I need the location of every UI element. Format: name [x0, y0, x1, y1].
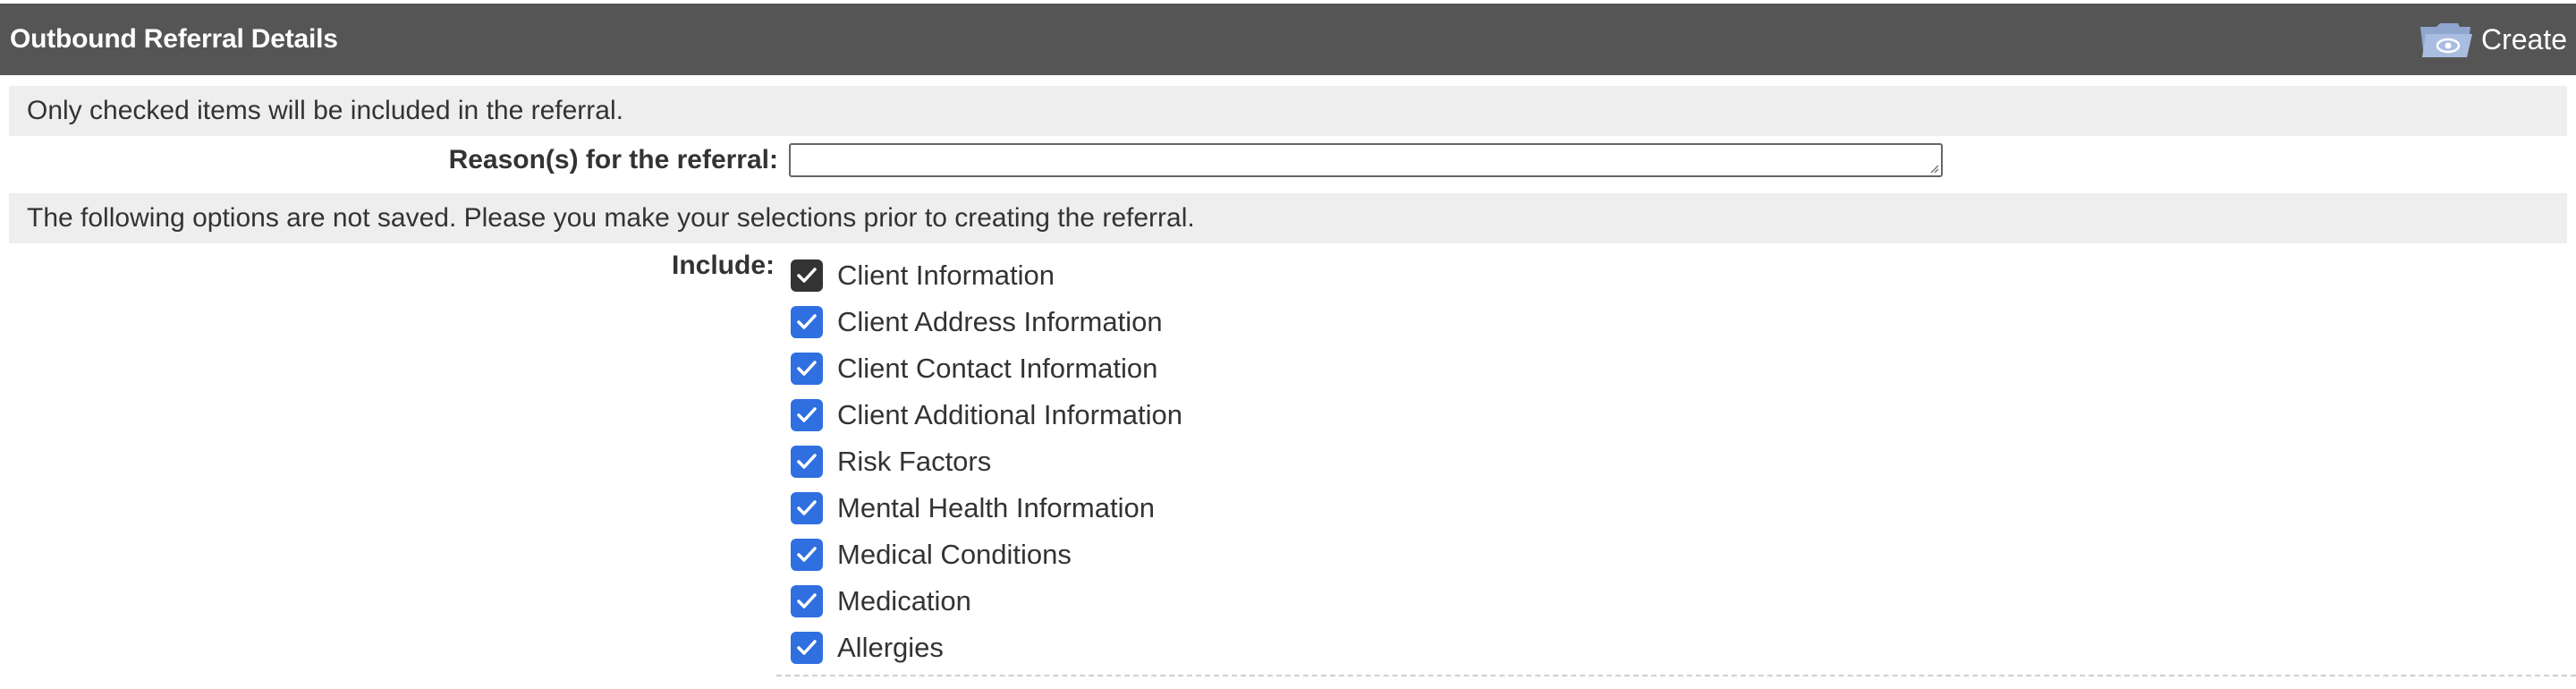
- include-options-list: Client Information Client Address Inform…: [791, 252, 1182, 671]
- checked-items-notice: Only checked items will be included in t…: [9, 86, 2567, 136]
- reason-row: Reason(s) for the referral:: [0, 140, 2576, 181]
- checkbox-risk-factors[interactable]: [791, 446, 823, 478]
- checkmark-icon: [797, 640, 817, 655]
- create-button-label: Create: [2480, 22, 2567, 55]
- panel-header: Outbound Referral Details Create: [0, 4, 2576, 75]
- reason-input[interactable]: [789, 143, 1943, 177]
- option-client-contact-information[interactable]: Client Contact Information: [791, 345, 1182, 392]
- option-label: Client Address Information: [837, 306, 1163, 337]
- checkbox-client-address-information[interactable]: [791, 306, 823, 338]
- checkmark-icon: [797, 268, 817, 283]
- option-medication[interactable]: Medication: [791, 578, 1182, 625]
- reason-label: Reason(s) for the referral:: [448, 145, 778, 174]
- option-allergies[interactable]: Allergies: [791, 625, 1182, 671]
- checkbox-allergies[interactable]: [791, 632, 823, 664]
- checkbox-client-information[interactable]: [791, 259, 823, 292]
- option-risk-factors[interactable]: Risk Factors: [791, 438, 1182, 485]
- option-label: Risk Factors: [837, 446, 992, 477]
- option-medical-conditions[interactable]: Medical Conditions: [791, 532, 1182, 578]
- checkmark-icon: [797, 500, 817, 515]
- not-saved-notice: The following options are not saved. Ple…: [9, 193, 2567, 243]
- resize-grip-icon[interactable]: [1928, 163, 1939, 174]
- option-label: Medical Conditions: [837, 539, 1072, 570]
- option-client-additional-information[interactable]: Client Additional Information: [791, 392, 1182, 438]
- option-client-information[interactable]: Client Information: [791, 252, 1182, 299]
- checkmark-icon: [797, 407, 817, 422]
- option-mental-health-information[interactable]: Mental Health Information: [791, 485, 1182, 532]
- option-label: Medication: [837, 585, 971, 617]
- checkmark-icon: [797, 314, 817, 329]
- checkbox-medication[interactable]: [791, 585, 823, 617]
- option-label: Client Information: [837, 259, 1055, 291]
- include-label: Include:: [671, 251, 775, 280]
- option-client-address-information[interactable]: Client Address Information: [791, 299, 1182, 345]
- dashed-divider: [776, 675, 2576, 676]
- checkmark-icon: [797, 593, 817, 608]
- checkmark-icon: [797, 454, 817, 469]
- checkbox-medical-conditions[interactable]: [791, 539, 823, 571]
- option-label: Client Additional Information: [837, 399, 1183, 430]
- checkmark-icon: [797, 547, 817, 562]
- checkbox-mental-health-information[interactable]: [791, 492, 823, 524]
- checkbox-client-contact-information[interactable]: [791, 353, 823, 385]
- folder-eye-icon: [2419, 20, 2474, 59]
- option-label: Mental Health Information: [837, 492, 1155, 523]
- checkbox-client-additional-information[interactable]: [791, 399, 823, 431]
- create-button[interactable]: Create: [2419, 20, 2567, 59]
- checkmark-icon: [797, 361, 817, 376]
- option-label: Allergies: [837, 632, 944, 663]
- option-label: Client Contact Information: [837, 353, 1158, 384]
- panel-title: Outbound Referral Details: [10, 24, 338, 54]
